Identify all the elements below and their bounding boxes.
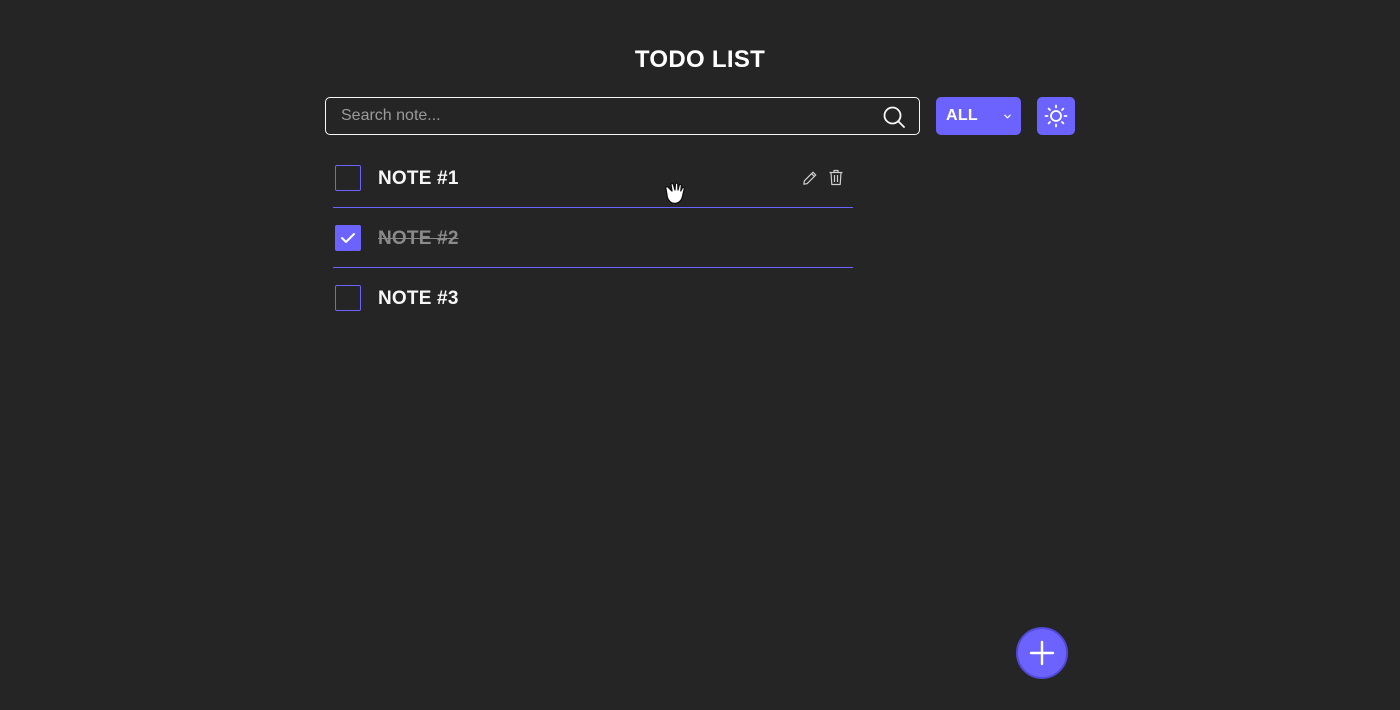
note-list: NOTE #1 NOTE #2 NOTE #3 xyxy=(333,148,853,328)
search-box xyxy=(325,97,920,135)
note-item: NOTE #1 xyxy=(333,148,853,208)
note-item: NOTE #2 xyxy=(333,208,853,268)
plus-icon xyxy=(1029,640,1055,666)
pencil-icon[interactable] xyxy=(802,170,818,186)
check-icon xyxy=(341,233,355,243)
filter-selected-value: ALL xyxy=(946,107,979,124)
filter-select[interactable]: ALL xyxy=(936,97,1021,135)
note-checkbox-checked[interactable] xyxy=(335,225,361,251)
sun-icon xyxy=(1044,104,1068,128)
page-title: TODO LIST xyxy=(634,46,766,73)
chevron-down-icon xyxy=(1004,114,1011,119)
note-label: NOTE #2 xyxy=(378,228,459,249)
note-checkbox[interactable] xyxy=(335,165,361,191)
todo-app: TODO LIST ALL xyxy=(0,0,1400,710)
hand-cursor-icon xyxy=(665,182,685,205)
add-note-button[interactable] xyxy=(1016,627,1068,679)
trash-icon[interactable] xyxy=(828,169,844,186)
search-input[interactable] xyxy=(326,98,871,134)
note-item: NOTE #3 xyxy=(333,268,853,328)
note-checkbox[interactable] xyxy=(335,285,361,311)
note-label: NOTE #3 xyxy=(378,288,459,309)
theme-toggle-button[interactable] xyxy=(1037,97,1075,135)
note-label: NOTE #1 xyxy=(378,168,459,189)
search-icon[interactable] xyxy=(882,105,906,129)
